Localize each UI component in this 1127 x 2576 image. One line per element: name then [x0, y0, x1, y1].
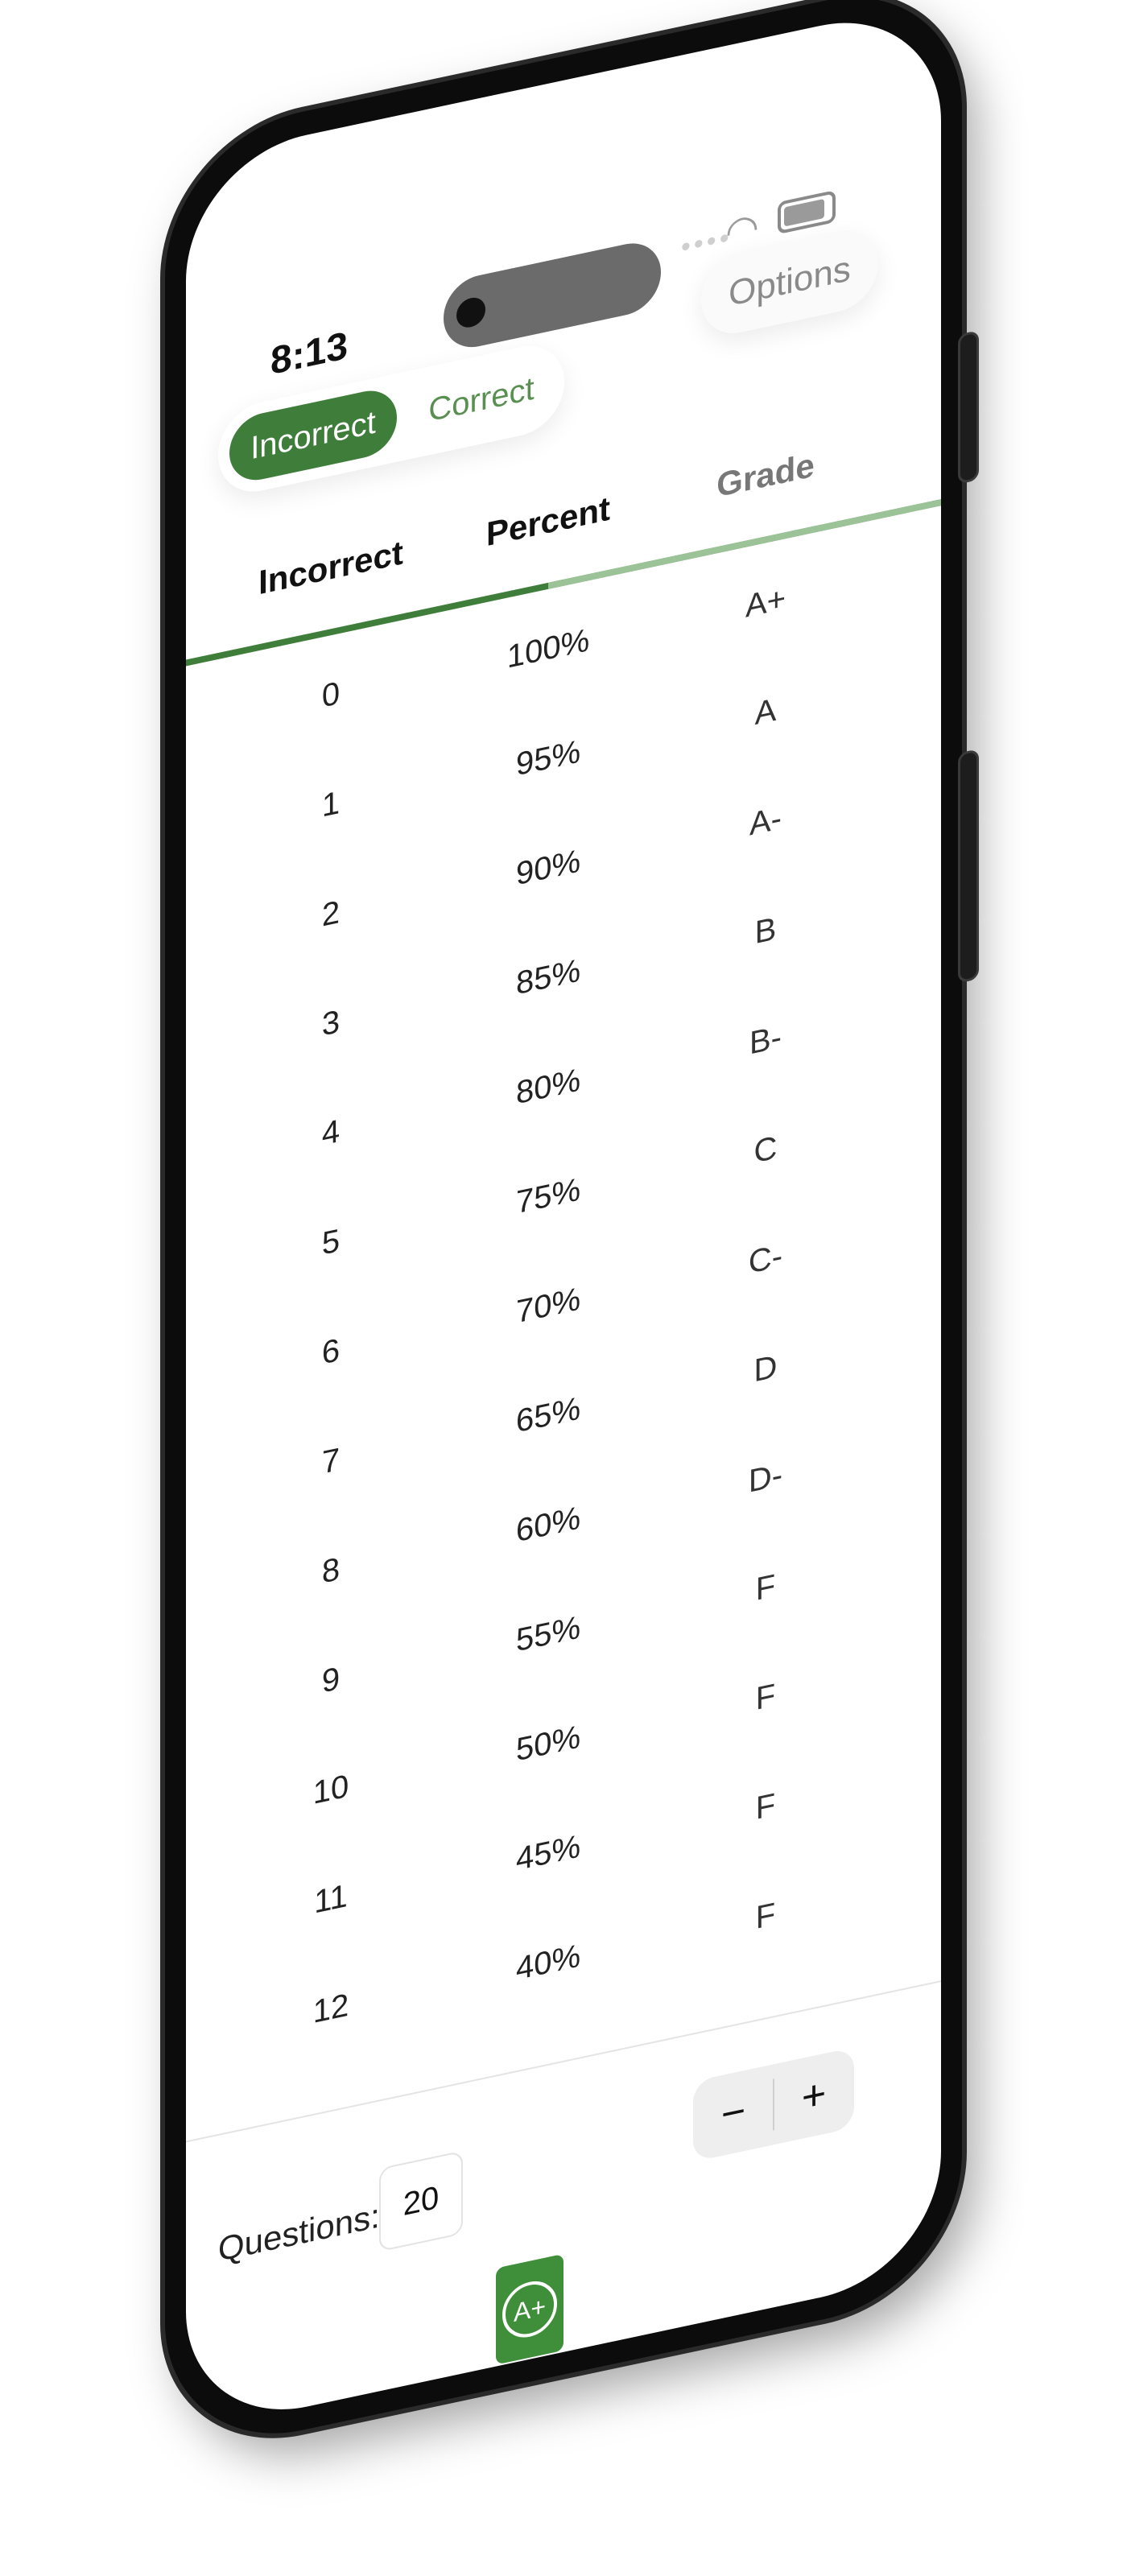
questions-label: Questions:	[218, 2196, 380, 2268]
a-plus-icon: A+	[502, 2276, 557, 2343]
header-percent: Percent	[485, 489, 611, 554]
questions-stepper: − +	[693, 2047, 854, 2162]
status-time: 8:13	[270, 324, 349, 384]
header-grade: Grade	[716, 445, 815, 505]
percent-cell: 100%	[506, 621, 590, 675]
screen: 8:13 •••• ◠ Incorrect Correct Options In…	[186, 0, 941, 2433]
header-incorrect: Incorrect	[258, 533, 403, 602]
incorrect-cell: 0	[321, 675, 341, 715]
questions-input[interactable]: 20	[379, 2150, 463, 2252]
segment-incorrect[interactable]: Incorrect	[229, 384, 397, 486]
decrement-button[interactable]: −	[693, 2064, 774, 2161]
increment-button[interactable]: +	[774, 2047, 854, 2145]
grade-app-icon[interactable]: A+	[496, 2253, 564, 2365]
volume-button	[958, 749, 979, 984]
grade-table: 0 100% A+ 1 95% A 2 90% A- 3 85% B 4 80%	[186, 531, 941, 2115]
grade-cell: A+	[745, 580, 786, 625]
side-button	[958, 330, 979, 485]
camera-dot	[456, 295, 485, 331]
battery-icon	[778, 189, 836, 235]
phone-frame: 8:13 •••• ◠ Incorrect Correct Options In…	[165, 0, 979, 2459]
segment-correct[interactable]: Correct	[410, 352, 553, 448]
dynamic-island	[444, 237, 661, 354]
